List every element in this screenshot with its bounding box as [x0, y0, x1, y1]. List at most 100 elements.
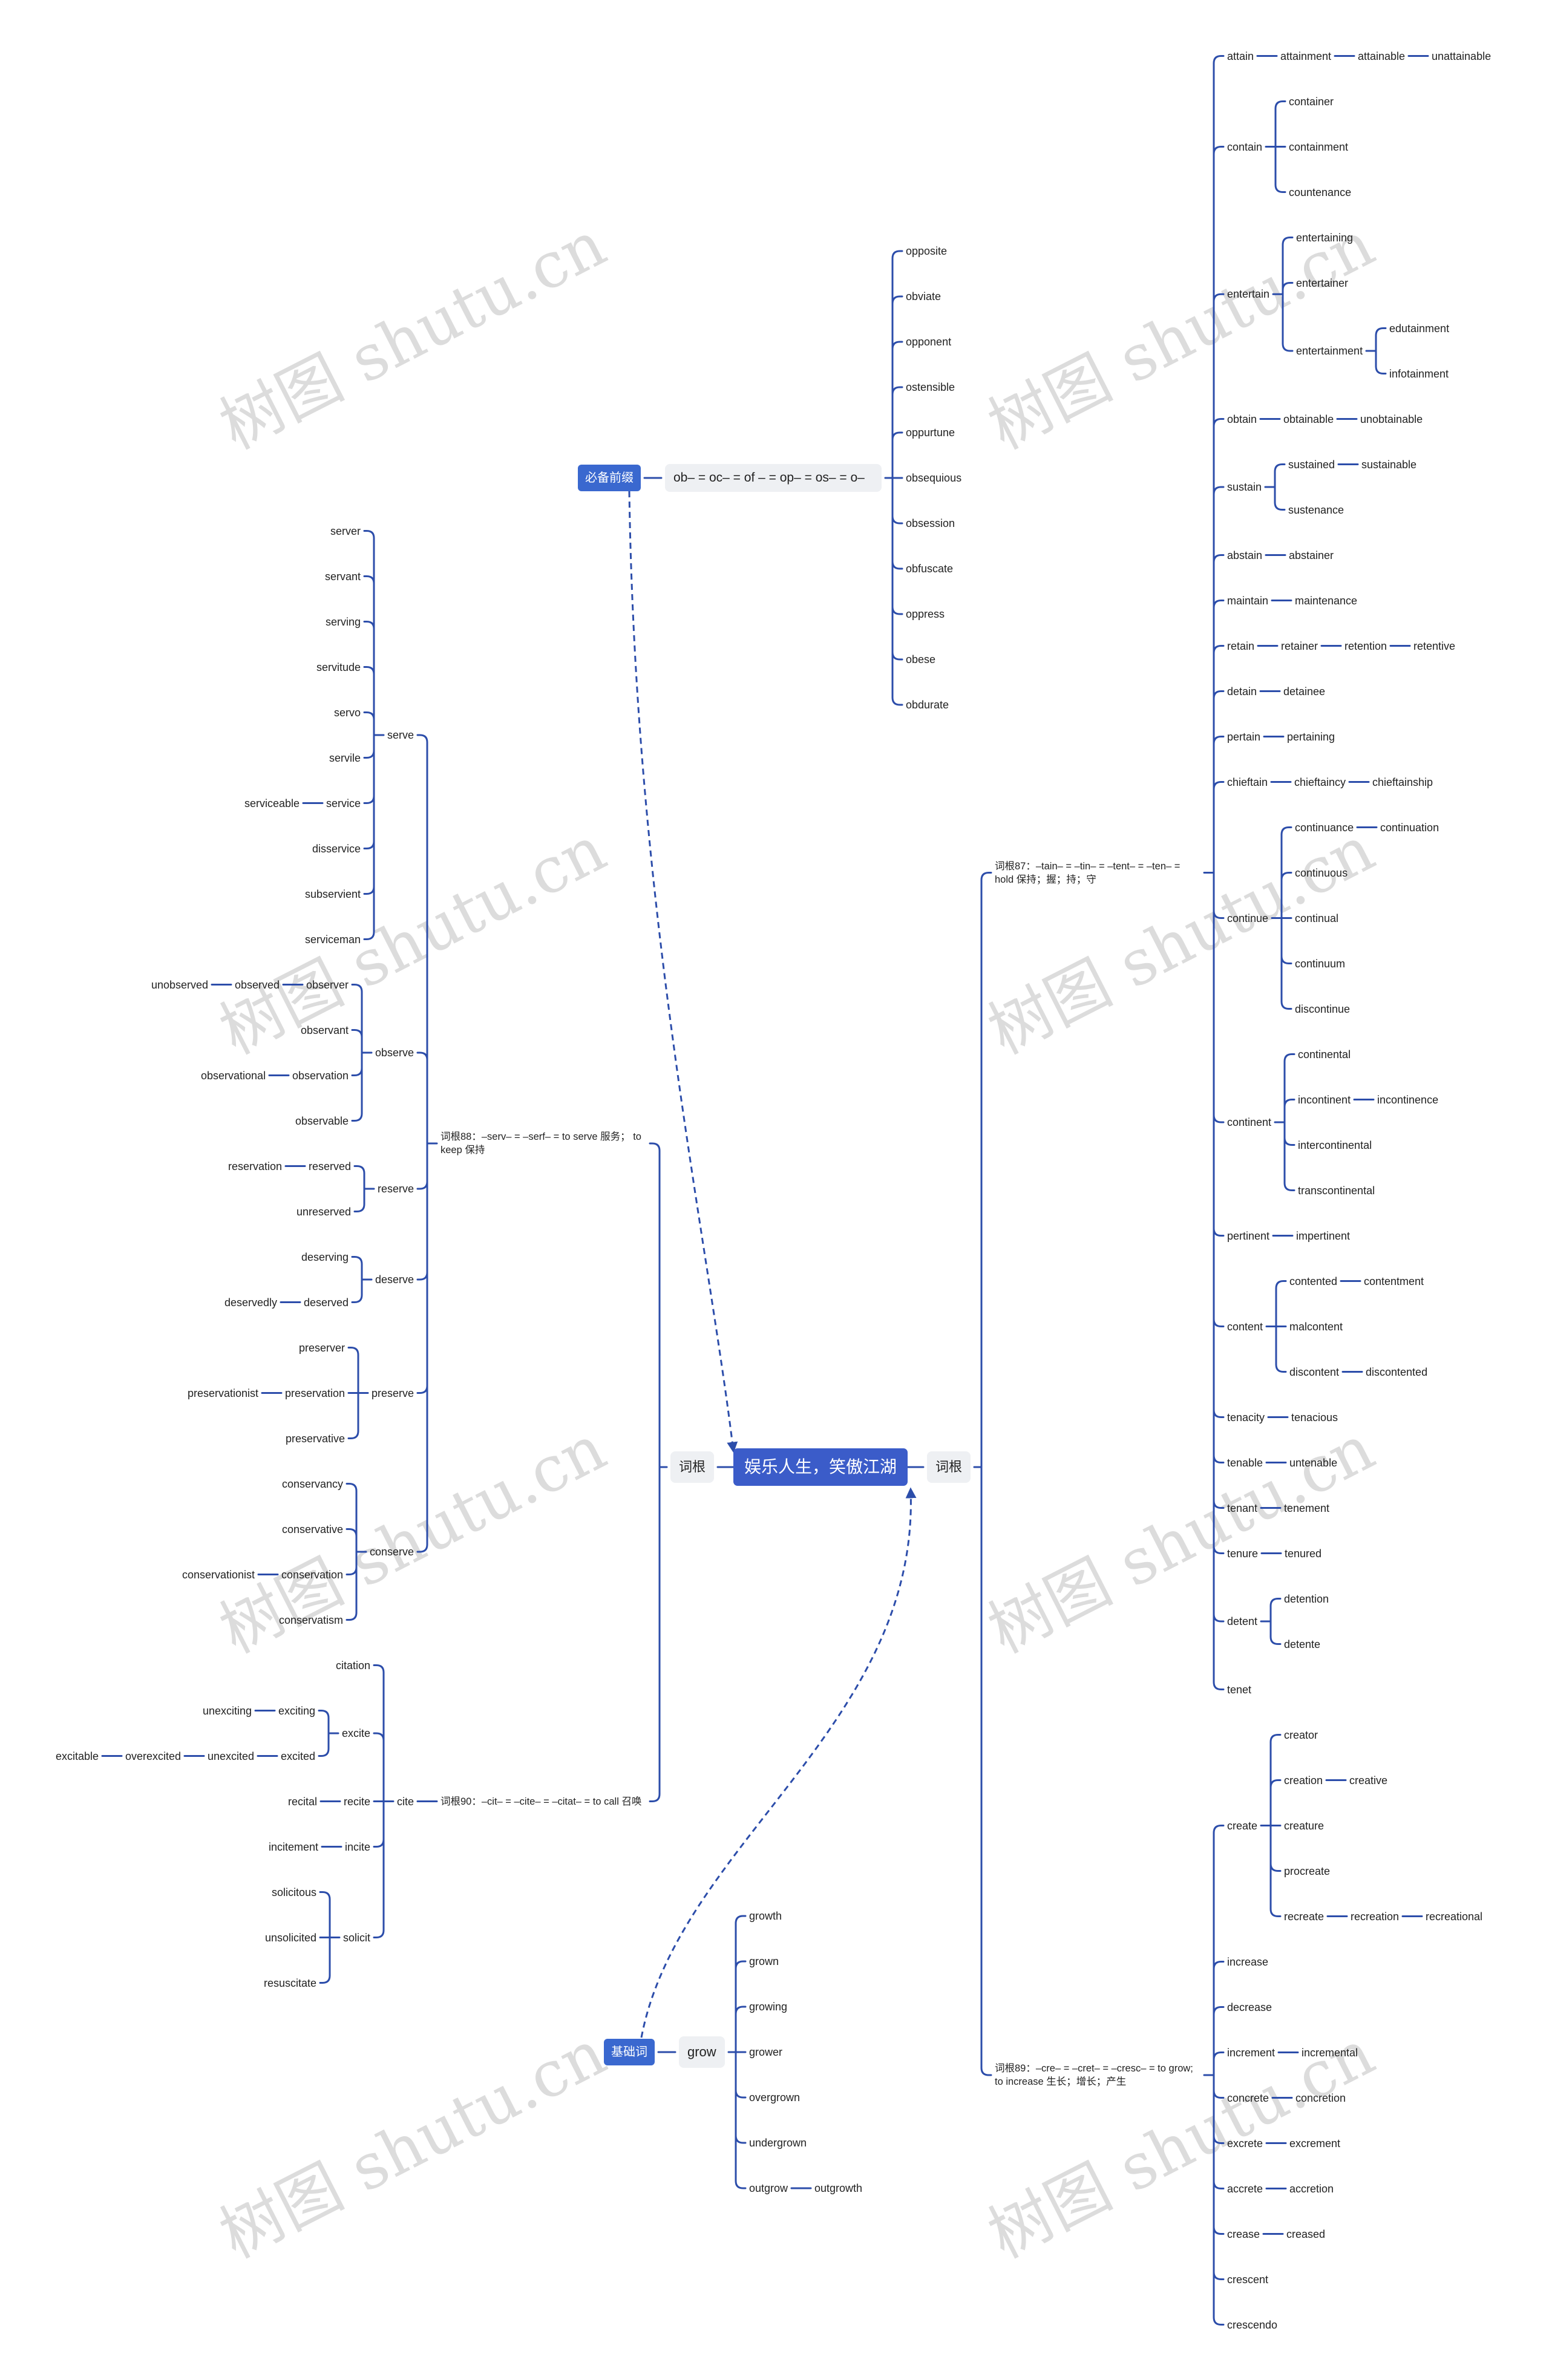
word-node-continent[interactable]: continent	[1227, 1116, 1271, 1129]
word-node-countenance[interactable]: countenance	[1289, 186, 1351, 199]
word-node-content[interactable]: content	[1227, 1320, 1263, 1333]
topic-node[interactable]: 词根	[670, 1451, 715, 1483]
word-node-excitable[interactable]: excitable	[56, 1750, 99, 1763]
word-node-preserve[interactable]: preserve	[372, 1387, 414, 1400]
word-node-disservice[interactable]: disservice	[312, 842, 361, 855]
word-node-entertainment[interactable]: entertainment	[1296, 344, 1363, 358]
word-node-detente[interactable]: detente	[1284, 1638, 1320, 1651]
word-node-impertinent[interactable]: impertinent	[1296, 1229, 1350, 1243]
word-node-preservative[interactable]: preservative	[286, 1432, 345, 1445]
word-node-obsequious[interactable]: obsequious	[906, 471, 961, 485]
word-node-discontent[interactable]: discontent	[1289, 1365, 1339, 1379]
word-node-unexciting[interactable]: unexciting	[203, 1704, 252, 1718]
word-node-decrease[interactable]: decrease	[1227, 2001, 1272, 2014]
word-node-creature[interactable]: creature	[1284, 1819, 1324, 1832]
word-node-unobtainable[interactable]: unobtainable	[1360, 413, 1423, 426]
word-node-obsession[interactable]: obsession	[906, 517, 955, 530]
word-node-grower[interactable]: grower	[749, 2045, 782, 2059]
word-node-maintain[interactable]: maintain	[1227, 594, 1268, 607]
word-node-observable[interactable]: observable	[295, 1114, 349, 1128]
word-node-reserve[interactable]: reserve	[378, 1182, 414, 1195]
word-node-preserver[interactable]: preserver	[299, 1341, 345, 1355]
word-node-detention[interactable]: detention	[1284, 1592, 1329, 1606]
root-description-node[interactable]: 词根89：–cre– = –cret– = –cresc– = to grow;…	[995, 2062, 1200, 2088]
word-node-continuation[interactable]: continuation	[1380, 821, 1439, 834]
word-node-solicitous[interactable]: solicitous	[272, 1886, 316, 1899]
word-node-opponent[interactable]: opponent	[906, 335, 951, 348]
word-node-servitude[interactable]: servitude	[316, 661, 361, 674]
topic-node[interactable]: 词根	[927, 1451, 971, 1483]
word-node-abstain[interactable]: abstain	[1227, 549, 1262, 562]
word-node-deservedly[interactable]: deservedly	[224, 1296, 277, 1309]
word-node-creased[interactable]: creased	[1286, 2228, 1325, 2241]
word-node-detain[interactable]: detain	[1227, 685, 1257, 698]
word-node-discontented[interactable]: discontented	[1366, 1365, 1427, 1379]
word-node-create[interactable]: create	[1227, 1819, 1257, 1832]
word-node-contented[interactable]: contented	[1289, 1275, 1337, 1288]
word-node-crease[interactable]: crease	[1227, 2228, 1260, 2241]
word-node-chieftaincy[interactable]: chieftaincy	[1294, 776, 1346, 789]
word-node-incontinent[interactable]: incontinent	[1298, 1093, 1351, 1107]
word-node-tenacity[interactable]: tenacity	[1227, 1411, 1265, 1424]
word-node-oppurtune[interactable]: oppurtune	[906, 426, 955, 439]
word-node-retain[interactable]: retain	[1227, 639, 1254, 653]
word-node-accretion[interactable]: accretion	[1289, 2182, 1334, 2195]
word-node-discontinue[interactable]: discontinue	[1295, 1002, 1350, 1016]
word-node-preservation[interactable]: preservation	[285, 1387, 345, 1400]
word-node-obtainable[interactable]: obtainable	[1283, 413, 1334, 426]
word-node-serve[interactable]: serve	[387, 728, 414, 742]
word-node-sustenance[interactable]: sustenance	[1288, 503, 1344, 517]
word-node-reserved[interactable]: reserved	[309, 1160, 351, 1173]
word-node-attainment[interactable]: attainment	[1280, 50, 1331, 63]
word-node-incitement[interactable]: incitement	[269, 1840, 318, 1854]
word-node-growth[interactable]: growth	[749, 1909, 782, 1923]
word-node-intercontinental[interactable]: intercontinental	[1298, 1139, 1372, 1152]
word-node-transcontinental[interactable]: transcontinental	[1298, 1184, 1375, 1197]
word-node-unexcited[interactable]: unexcited	[208, 1750, 254, 1763]
word-node-retentive[interactable]: retentive	[1413, 639, 1455, 653]
word-node-server[interactable]: server	[330, 525, 361, 538]
word-node-procreate[interactable]: procreate	[1284, 1865, 1330, 1878]
word-node-contentment[interactable]: contentment	[1364, 1275, 1424, 1288]
word-node-excited[interactable]: excited	[281, 1750, 315, 1763]
word-node-increment[interactable]: increment	[1227, 2046, 1275, 2059]
root-description-node[interactable]: 词根90：–cit– = –cite– = –citat– = to call …	[440, 1795, 646, 1808]
word-node-outgrowth[interactable]: outgrowth	[814, 2182, 862, 2195]
word-node-observe[interactable]: observe	[375, 1046, 414, 1059]
word-node-preservationist[interactable]: preservationist	[188, 1387, 258, 1400]
word-node-incontinence[interactable]: incontinence	[1377, 1093, 1438, 1107]
root-description-node[interactable]: 词根87：–tain– = –tin– = –tent– = –ten– = h…	[995, 860, 1200, 886]
word-node-concrete[interactable]: concrete	[1227, 2091, 1269, 2105]
word-node-servant[interactable]: servant	[325, 570, 361, 583]
word-node-tenured[interactable]: tenured	[1285, 1547, 1321, 1560]
word-node-solicit[interactable]: solicit	[343, 1931, 370, 1944]
topic-node[interactable]: 必备前缀	[578, 465, 641, 491]
word-node-subservient[interactable]: subservient	[305, 888, 361, 901]
word-node-chieftain[interactable]: chieftain	[1227, 776, 1268, 789]
word-node-opposite[interactable]: opposite	[906, 244, 947, 258]
word-node-sustained[interactable]: sustained	[1288, 458, 1335, 471]
word-node-recreation[interactable]: recreation	[1351, 1910, 1399, 1923]
word-node-increase[interactable]: increase	[1227, 1955, 1268, 1969]
word-node-tenure[interactable]: tenure	[1227, 1547, 1258, 1560]
word-node-entertain[interactable]: entertain	[1227, 287, 1269, 301]
word-node-citation[interactable]: citation	[336, 1659, 370, 1672]
word-node-reservation[interactable]: reservation	[228, 1160, 282, 1173]
word-node-continuous[interactable]: continuous	[1295, 866, 1348, 880]
word-node-tenet[interactable]: tenet	[1227, 1683, 1251, 1696]
word-node-recreate[interactable]: recreate	[1284, 1910, 1324, 1923]
root-topic[interactable]: 娱乐人生，笑傲江湖	[733, 1448, 908, 1486]
word-node-conservation[interactable]: conservation	[281, 1568, 343, 1581]
word-node-containment[interactable]: containment	[1289, 140, 1348, 154]
word-node-entertaining[interactable]: entertaining	[1296, 231, 1353, 244]
word-node-recital[interactable]: recital	[288, 1795, 317, 1808]
word-node-obese[interactable]: obese	[906, 653, 935, 666]
word-node-obfuscate[interactable]: obfuscate	[906, 562, 953, 575]
word-node-maintenance[interactable]: maintenance	[1295, 594, 1357, 607]
word-node-edutainment[interactable]: edutainment	[1389, 322, 1449, 335]
word-node-tenacious[interactable]: tenacious	[1291, 1411, 1338, 1424]
word-node-conservatism[interactable]: conservatism	[279, 1613, 343, 1627]
word-node-serviceable[interactable]: serviceable	[244, 797, 300, 810]
word-node-obtain[interactable]: obtain	[1227, 413, 1257, 426]
word-node-conservative[interactable]: conservative	[282, 1523, 343, 1536]
